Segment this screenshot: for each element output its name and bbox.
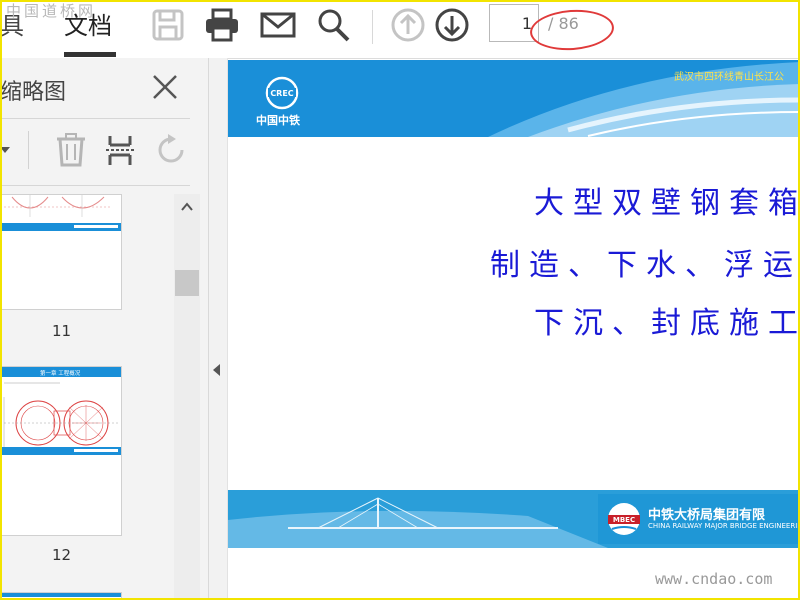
mbec-logo-text: MBEC [613, 516, 635, 524]
collapse-arrow-icon[interactable] [213, 364, 220, 376]
panel-divider [0, 118, 190, 119]
mbec-logo-icon: MBEC [608, 503, 640, 535]
rotate-icon[interactable] [154, 133, 188, 167]
chevron-down-icon[interactable] [0, 133, 14, 167]
panel-divider [0, 185, 190, 186]
scroll-up-icon[interactable] [180, 200, 194, 214]
thumbnail-header-strip [0, 593, 121, 597]
document-header-banner: CREC 中国中铁 武汉市四环线青山长江公 [228, 60, 800, 137]
document-footer-banner: MBEC 中铁大桥局集团有限 CHINA RAILWAY MAJOR BRIDG… [228, 490, 800, 548]
toolbar-separator [372, 10, 373, 44]
tab-document-indicator [64, 52, 116, 57]
document-title-line-3: 下沉、封底施工技 [534, 306, 800, 341]
next-page-icon[interactable] [434, 8, 470, 42]
header-project-text: 武汉市四环线青山长江公 [674, 72, 784, 83]
document-page: CREC 中国中铁 武汉市四环线青山长江公 大型双壁钢套箱围 制造、下水、浮运、… [228, 60, 800, 600]
extract-page-icon[interactable] [104, 133, 138, 167]
thumbnail-label: 12 [52, 546, 72, 564]
header-logo-text: 中国中铁 [256, 114, 300, 127]
panel-collapse-strip[interactable] [209, 58, 228, 600]
watermark-top: 中国道桥网 [6, 2, 97, 20]
thumbnail-label: 11 [52, 322, 72, 340]
annotation-ellipse [528, 7, 616, 53]
thumbnail-drawing: 第一章 工程概况 [0, 367, 121, 455]
print-icon[interactable] [204, 8, 240, 42]
close-icon[interactable] [150, 72, 180, 102]
panel-tool-separator [28, 131, 29, 169]
save-icon[interactable] [150, 8, 186, 42]
footer-company-name: 中铁大桥局集团有限 [648, 508, 766, 523]
thumbnail-drawing [0, 195, 121, 231]
trash-icon[interactable] [54, 133, 88, 167]
footer-company-en: CHINA RAILWAY MAJOR BRIDGE ENGINEERING G… [648, 522, 800, 530]
mail-icon[interactable] [260, 8, 296, 42]
search-icon[interactable] [316, 8, 352, 42]
document-title-line-2: 制造、下水、浮运、定 [490, 248, 800, 283]
document-title-line-1: 大型双壁钢套箱围 [534, 186, 800, 221]
crec-logo-text: CREC [270, 89, 293, 98]
toolbar: 具 文档 1 / 86 [0, 0, 800, 59]
scrollbar-thumb[interactable] [175, 270, 199, 296]
thumbnail-page-13[interactable] [0, 592, 122, 600]
panel-title: 缩略图 [0, 80, 67, 105]
watermark-bottom: www.cndao.com [655, 570, 773, 588]
thumbnail-panel: 缩略图 11 第一章 工程概况 12 [0, 58, 209, 600]
thumbnail-page-12[interactable]: 第一章 工程概况 [0, 366, 122, 536]
thumbnail-page-11[interactable] [0, 194, 122, 310]
crec-logo-icon: CREC [265, 76, 299, 110]
thumbnail-scrollbar[interactable] [174, 194, 200, 600]
previous-page-icon[interactable] [390, 8, 426, 42]
thumbnail-header-text: 第一章 工程概况 [40, 369, 81, 377]
